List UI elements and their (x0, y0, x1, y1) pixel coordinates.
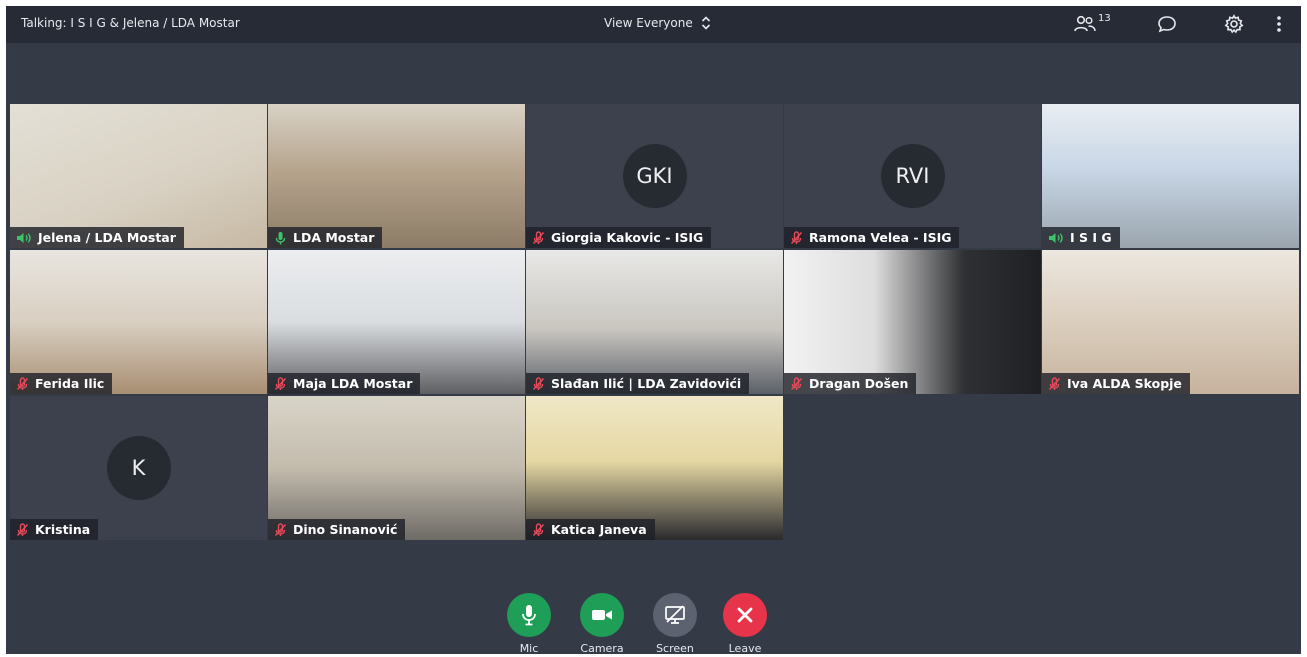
meeting-window: Talking: I S I G & Jelena / LDA Mostar V… (6, 6, 1301, 654)
participant-tile[interactable]: Maja LDA Mostar (268, 250, 525, 394)
participant-name-tag: Dragan Došen (784, 373, 917, 394)
mic-muted-icon (532, 230, 545, 244)
speaker-active-icon (17, 232, 31, 243)
participant-tile[interactable]: Ferida Ilic (10, 250, 267, 394)
participant-tile[interactable]: RVI Ramona Velea - ISIG (784, 104, 1041, 248)
participant-name: Jelena / LDA Mostar (38, 230, 176, 245)
leave-button[interactable]: Leave (717, 593, 773, 654)
mic-muted-icon (532, 522, 545, 536)
participant-tile[interactable]: I S I G (1042, 104, 1299, 248)
participant-name: Dragan Došen (809, 376, 909, 391)
participant-tile[interactable]: Slađan Ilić | LDA Zavidovići (526, 250, 783, 394)
participants-icon (1074, 15, 1096, 32)
mic-muted-icon (16, 376, 29, 390)
settings-icon (1224, 14, 1244, 34)
participant-tile[interactable]: K Kristina (10, 396, 267, 540)
mic-on-icon (275, 231, 286, 244)
camera-button-circle[interactable] (580, 593, 624, 637)
participant-name-tag: Maja LDA Mostar (268, 373, 421, 394)
participant-name: Slađan Ilić | LDA Zavidovići (551, 376, 742, 391)
screen-label: Screen (656, 642, 694, 654)
participant-name-tag: LDA Mostar (268, 227, 383, 248)
participant-name-tag: I S I G (1042, 227, 1120, 248)
mic-muted-icon (1048, 376, 1061, 390)
participant-name: LDA Mostar (293, 230, 375, 245)
participant-name: Dino Sinanović (293, 522, 398, 537)
view-selector[interactable]: View Everyone (604, 16, 711, 30)
mic-muted-icon (790, 376, 803, 390)
chat-button[interactable] (1156, 13, 1178, 35)
participant-name: Katica Janeva (551, 522, 647, 537)
mic-label: Mic (519, 642, 539, 654)
participant-avatar: K (106, 436, 171, 500)
screen-button-circle[interactable] (653, 593, 697, 637)
sort-arrows-icon (701, 16, 710, 30)
screen-share-button[interactable]: Screen (647, 593, 703, 654)
settings-button[interactable] (1223, 13, 1245, 35)
participant-tile[interactable]: Jelena / LDA Mostar (10, 104, 267, 248)
participant-avatar: GKI (622, 144, 687, 208)
participant-name: Giorgia Kakovic - ISIG (551, 230, 704, 245)
participant-name-tag: Jelena / LDA Mostar (10, 227, 184, 248)
talking-indicator: Talking: I S I G & Jelena / LDA Mostar (21, 16, 240, 30)
participant-tile[interactable]: LDA Mostar (268, 104, 525, 248)
participant-tile[interactable]: Iva ALDA Skopje (1042, 250, 1299, 394)
leave-label: Leave (728, 642, 762, 654)
participants-count: 13 (1098, 12, 1111, 24)
participant-name: Kristina (35, 522, 91, 537)
participant-name-tag: Giorgia Kakovic - ISIG (526, 227, 712, 248)
chat-icon (1158, 16, 1176, 33)
participant-name: Maja LDA Mostar (293, 376, 413, 391)
participant-name-tag: Iva ALDA Skopje (1042, 373, 1190, 394)
camera-label: Camera (580, 642, 624, 654)
participant-name-tag: Kristina (10, 519, 99, 540)
participant-name: Ferida Ilic (35, 376, 105, 391)
participant-tile[interactable]: GKI Giorgia Kakovic - ISIG (526, 104, 783, 248)
participant-avatar: RVI (880, 144, 945, 208)
participant-name-tag: Dino Sinanović (268, 519, 406, 540)
mic-button-circle[interactable] (507, 593, 551, 637)
participant-name: I S I G (1070, 230, 1112, 245)
top-bar: Talking: I S I G & Jelena / LDA Mostar V… (6, 6, 1301, 43)
mic-muted-icon (532, 376, 545, 390)
mic-muted-icon (790, 230, 803, 244)
more-icon (1277, 16, 1281, 32)
participant-tile[interactable]: Katica Janeva (526, 396, 783, 540)
participant-name-tag: Slađan Ilić | LDA Zavidovići (526, 373, 750, 394)
mic-muted-icon (16, 522, 29, 536)
participant-name: Iva ALDA Skopje (1067, 376, 1182, 391)
video-camera-icon (592, 610, 612, 620)
more-options-button[interactable] (1272, 13, 1286, 35)
microphone-icon (522, 605, 536, 626)
close-icon (737, 607, 753, 623)
view-label: View Everyone (604, 16, 693, 30)
mic-muted-icon (274, 522, 287, 536)
participant-name-tag: Ferida Ilic (10, 373, 113, 394)
screen-share-off-icon (665, 605, 685, 624)
participant-name-tag: Katica Janeva (526, 519, 655, 540)
participant-tile[interactable]: Dragan Došen (784, 250, 1041, 394)
participants-button[interactable]: 13 (1074, 13, 1111, 35)
leave-button-circle[interactable] (723, 593, 767, 637)
participant-name-tag: Ramona Velea - ISIG (784, 227, 960, 248)
speaker-active-icon (1049, 232, 1063, 243)
mic-muted-icon (274, 376, 287, 390)
camera-button[interactable]: Camera (574, 593, 630, 654)
mic-button[interactable]: Mic (501, 593, 557, 654)
participant-tile[interactable]: Dino Sinanović (268, 396, 525, 540)
participant-name: Ramona Velea - ISIG (809, 230, 952, 245)
